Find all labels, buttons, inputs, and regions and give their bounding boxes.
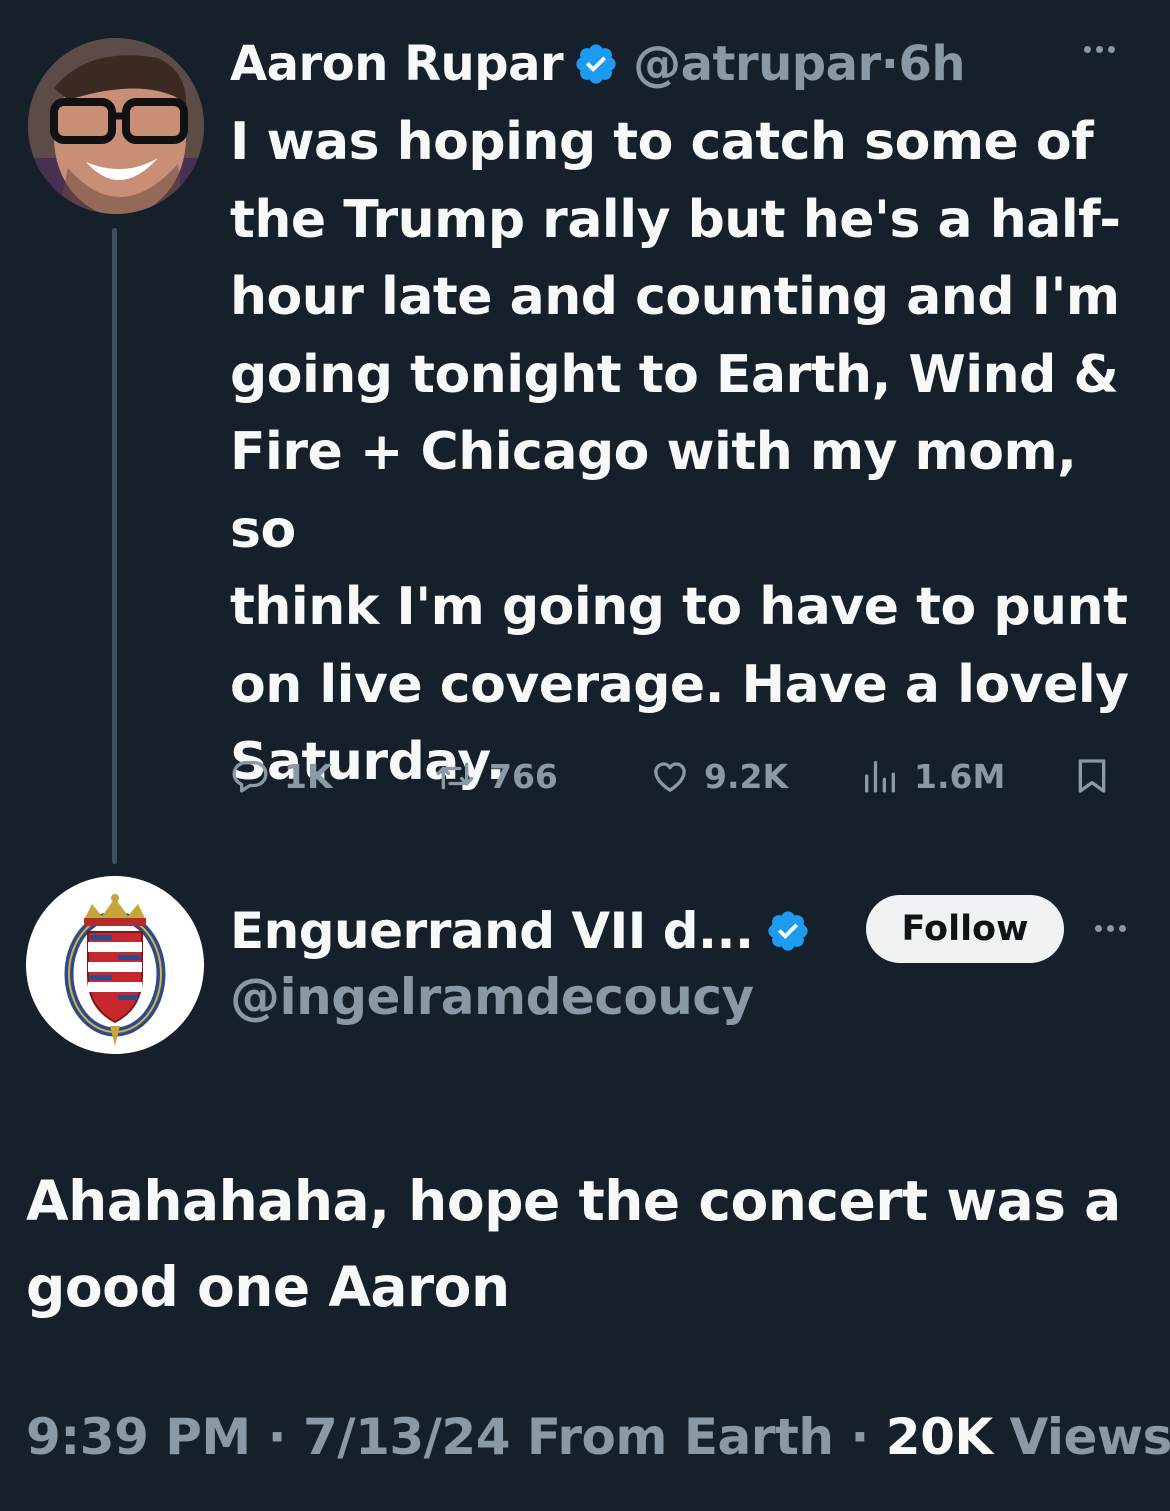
reply-text-line: good one Aaron <box>26 1255 510 1319</box>
tweet-text-line: the Trump rally but he's a half- <box>230 189 1121 250</box>
tweet-actions: 1K 766 9.2K 1.6M <box>230 748 1120 804</box>
author-handle[interactable]: @atrupar <box>633 36 881 92</box>
more-dots-icon[interactable] <box>1095 925 1126 932</box>
views-button[interactable]: 1.6M <box>860 748 1005 804</box>
author-name[interactable]: Aaron Rupar <box>230 36 564 92</box>
like-count: 9.2K <box>704 756 789 796</box>
tweet-text-line: hour late and counting and I'm <box>230 267 1120 327</box>
bookmark-button[interactable] <box>1072 748 1126 804</box>
avatar-aaron-rupar[interactable] <box>28 38 204 214</box>
verified-badge-icon <box>576 44 616 84</box>
reply-count: 1K <box>284 756 333 796</box>
reply-views-label: Views <box>1009 1408 1170 1466</box>
repost-icon <box>436 762 474 790</box>
reply-date[interactable]: 7/13/24 <box>303 1408 510 1466</box>
views-count: 1.6M <box>914 756 1006 796</box>
tweet-time[interactable]: 6h <box>898 36 965 92</box>
reply-text: Ahahahaha, hope the concert was a good o… <box>26 1158 1156 1330</box>
reply-time[interactable]: 9:39 PM <box>26 1408 251 1466</box>
reply-author-handle[interactable]: @ingelramdecoucy <box>230 968 754 1026</box>
separator-dot: · <box>880 36 899 92</box>
separator-dot: · <box>850 1408 886 1466</box>
follow-button[interactable]: Follow <box>866 895 1064 963</box>
tweet-text-line: I was hoping to catch some of <box>230 112 1094 172</box>
thread-connector <box>112 228 117 864</box>
reply-author-name[interactable]: Enguerrand VII d... <box>230 902 754 960</box>
coat-of-arms-image <box>26 876 204 1054</box>
verified-badge-icon <box>768 911 809 951</box>
tweet-text-line: Fire + Chicago with my mom, so <box>230 422 1077 560</box>
repost-button[interactable]: 766 <box>435 748 558 804</box>
separator-dot: · <box>267 1408 304 1466</box>
more-dots-icon[interactable] <box>1084 46 1115 53</box>
repost-count: 766 <box>489 756 558 796</box>
reply-bubble-icon <box>232 761 268 793</box>
tweet-text: I was hoping to catch some of the Trump … <box>230 104 1145 802</box>
tweet-text-line: going tonight to Earth, Wind & <box>230 344 1119 405</box>
reply-text-line: Ahahahaha, hope the concert was a <box>26 1169 1121 1233</box>
bar-chart-icon <box>865 761 895 793</box>
tweet-text-line: on live coverage. Have a lovely <box>230 654 1129 715</box>
bookmark-icon <box>1078 759 1106 793</box>
reply-button[interactable]: 1K <box>230 748 333 804</box>
reply-metadata: 9:39 PM · 7/13/24 From Earth · 20K Views <box>26 1408 1170 1466</box>
like-button[interactable]: 9.2K <box>650 748 788 804</box>
reply-views-count: 20K <box>885 1408 993 1466</box>
avatar-coat-of-arms[interactable] <box>26 876 204 1054</box>
avatar-photo <box>28 38 204 214</box>
heart-icon <box>654 762 686 792</box>
tweet-text-line: think I'm going to have to punt <box>230 577 1128 637</box>
reply-header: Enguerrand VII d... <box>230 895 825 967</box>
tweet-header: Aaron Rupar @atrupar · 6h <box>230 26 966 102</box>
reply-source: From Earth <box>526 1408 834 1466</box>
